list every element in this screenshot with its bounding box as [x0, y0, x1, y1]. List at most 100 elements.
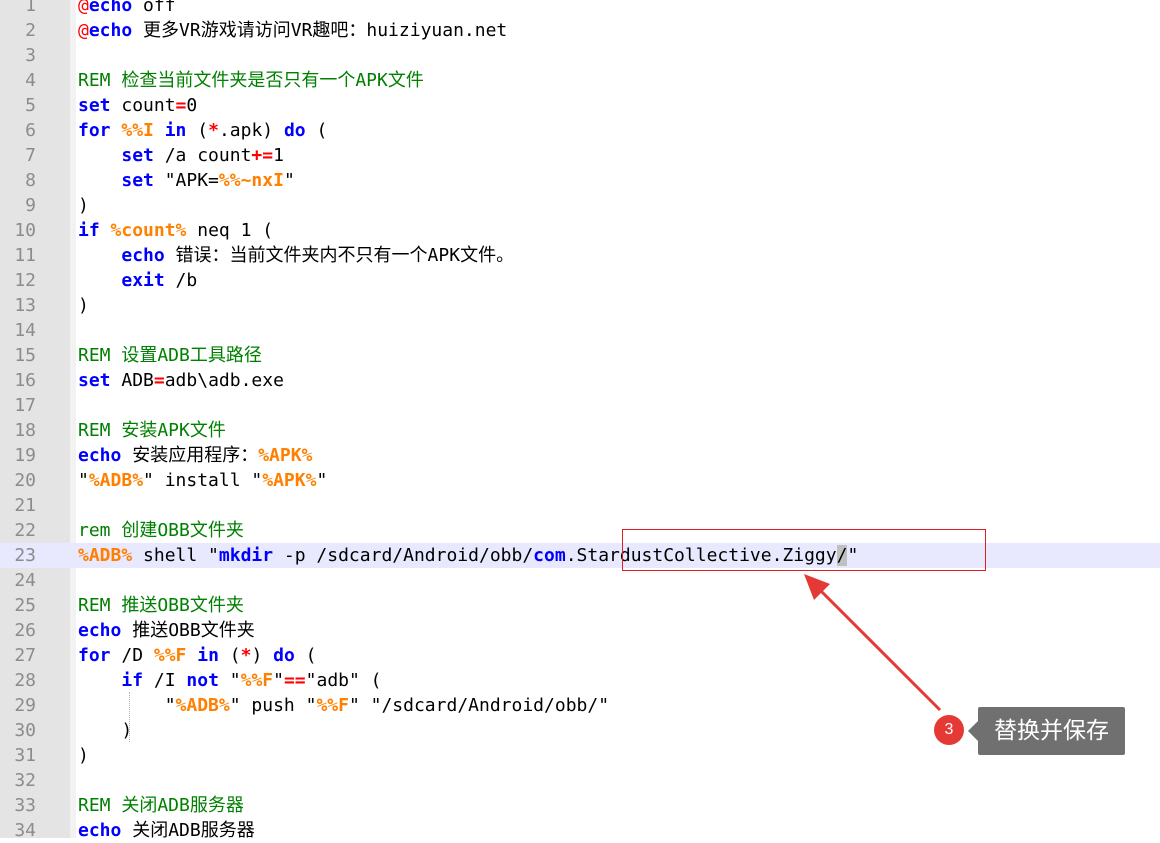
code-token: echo — [121, 245, 165, 266]
code-line[interactable]: 34 echo 关闭ADB服务器 — [0, 818, 1160, 843]
code-token: do — [273, 645, 295, 666]
code-token: echo — [78, 620, 122, 641]
code-token: count — [110, 95, 176, 116]
line-content: rem 创建OBB文件夹 — [78, 518, 244, 543]
tooltip-pointer — [968, 721, 978, 741]
code-line[interactable]: 14 — [0, 318, 1160, 343]
code-token: %APK% — [262, 470, 317, 491]
code-line[interactable]: 32 — [0, 768, 1160, 793]
line-content: @echo 更多VR游戏请访问VR趣吧：huiziyuan.net — [78, 18, 507, 43]
code-line[interactable]: 7 set /a count+=1 — [0, 143, 1160, 168]
code-line[interactable]: 16 set ADB=adb\adb.exe — [0, 368, 1160, 393]
line-number: 33 — [14, 795, 36, 816]
line-number: 29 — [14, 695, 36, 716]
code-line[interactable]: 2 @echo 更多VR游戏请访问VR趣吧：huiziyuan.net — [0, 18, 1160, 43]
line-content: exit /b — [78, 268, 197, 293]
code-token: exit — [121, 270, 165, 291]
code-token: /b — [164, 270, 198, 291]
code-line[interactable]: 13) — [0, 293, 1160, 318]
code-token: " — [273, 670, 284, 691]
code-line[interactable]: 1 @echo off — [0, 0, 1160, 18]
code-line[interactable]: 22 rem 创建OBB文件夹 — [0, 518, 1160, 543]
code-token: ) — [251, 645, 274, 666]
code-line[interactable]: 21 — [0, 493, 1160, 518]
code-line[interactable]: 18 REM 安装APK文件 — [0, 418, 1160, 443]
code-token: " — [78, 695, 176, 716]
code-line[interactable]: 27 for /D %%F in (*) do ( — [0, 643, 1160, 668]
code-token: ( — [294, 645, 317, 666]
code-line[interactable]: 17 — [0, 393, 1160, 418]
code-line[interactable]: 20 "%ADB%" install "%APK%" — [0, 468, 1160, 493]
line-content: "%ADB%" push "%%F" "/sdcard/Android/obb/… — [78, 693, 609, 718]
line-content: if %count% neq 1 ( — [78, 218, 273, 243]
code-token: 更多VR游戏请访问VR趣吧：huiziyuan.net — [132, 20, 508, 41]
code-token: .apk) — [218, 120, 284, 141]
code-token: do — [283, 120, 306, 141]
code-token: if — [121, 670, 144, 691]
code-line[interactable]: 10 if %count% neq 1 ( — [0, 218, 1160, 243]
line-content: REM 检查当前文件夹是否只有一个APK文件 — [78, 68, 424, 93]
line-number: 1 — [25, 0, 36, 16]
code-line[interactable]: 5 set count=0 — [0, 93, 1160, 118]
code-token: 错误：当前文件夹内不只有一个APK文件。 — [164, 245, 515, 266]
line-number: 20 — [14, 470, 36, 491]
line-content: echo 关闭ADB服务器 — [78, 818, 255, 843]
code-line[interactable]: 4 REM 检查当前文件夹是否只有一个APK文件 — [0, 68, 1160, 93]
code-line[interactable]: 19 echo 安装应用程序：%APK% — [0, 443, 1160, 468]
line-number: 14 — [14, 320, 36, 341]
code-token: 0 — [186, 95, 198, 116]
code-line[interactable]: 25 REM 推送OBB文件夹 — [0, 593, 1160, 618]
code-token: %%I — [121, 120, 154, 141]
code-token: REM 安装APK文件 — [78, 420, 226, 441]
line-number: 19 — [14, 445, 36, 466]
code-line[interactable]: 28 if /I not "%%F"=="adb" ( — [0, 668, 1160, 693]
code-token: neq 1 ( — [186, 220, 274, 241]
line-number: 4 — [25, 70, 36, 91]
line-content: ) — [78, 718, 132, 743]
code-line[interactable]: 24 — [0, 568, 1160, 593]
highlight-box — [622, 529, 986, 571]
code-line[interactable]: 12 exit /b — [0, 268, 1160, 293]
code-line[interactable]: 3 — [0, 43, 1160, 68]
code-token: in — [197, 645, 219, 666]
line-content: REM 设置ADB工具路径 — [78, 343, 262, 368]
line-number: 25 — [14, 595, 36, 616]
code-line[interactable]: 33 REM 关闭ADB服务器 — [0, 793, 1160, 818]
code-token: %%F — [316, 695, 349, 716]
code-token: echo — [88, 20, 133, 41]
code-line[interactable]: 23 %ADB% shell "mkdir -p /sdcard/Android/… — [0, 543, 1160, 568]
code-line[interactable]: 26 echo 推送OBB文件夹 — [0, 618, 1160, 643]
line-content: ) — [78, 193, 89, 218]
code-line[interactable]: 9) — [0, 193, 1160, 218]
line-content: REM 推送OBB文件夹 — [78, 593, 244, 618]
code-token: += — [251, 145, 274, 166]
code-line[interactable]: 11 echo 错误：当前文件夹内不只有一个APK文件。 — [0, 243, 1160, 268]
code-token: %ADB% — [88, 470, 144, 491]
code-token: %APK% — [258, 445, 313, 466]
code-token: ( — [186, 120, 209, 141]
line-content: for %%I in (*.apk) do ( — [78, 118, 327, 143]
line-number: 32 — [14, 770, 36, 791]
code-token: com — [533, 545, 566, 566]
code-token: * — [240, 645, 252, 666]
code-token: set — [78, 95, 111, 116]
code-line[interactable]: 8 set "APK=%%~nxI" — [0, 168, 1160, 193]
code-line[interactable]: 15 REM 设置ADB工具路径 — [0, 343, 1160, 368]
code-token: @ — [78, 0, 89, 16]
code-token: %%~nxI — [218, 170, 284, 191]
line-number: 28 — [14, 670, 36, 691]
line-number: 2 — [25, 20, 36, 41]
indent-guide — [129, 692, 130, 742]
code-token: for — [78, 645, 111, 666]
line-content: ) — [78, 743, 89, 768]
code-token: ) — [78, 195, 89, 216]
line-content: @echo off — [78, 0, 176, 18]
line-number: 31 — [14, 745, 36, 766]
code-token: for — [78, 120, 111, 141]
code-line[interactable]: 6 for %%I in (*.apk) do ( — [0, 118, 1160, 143]
